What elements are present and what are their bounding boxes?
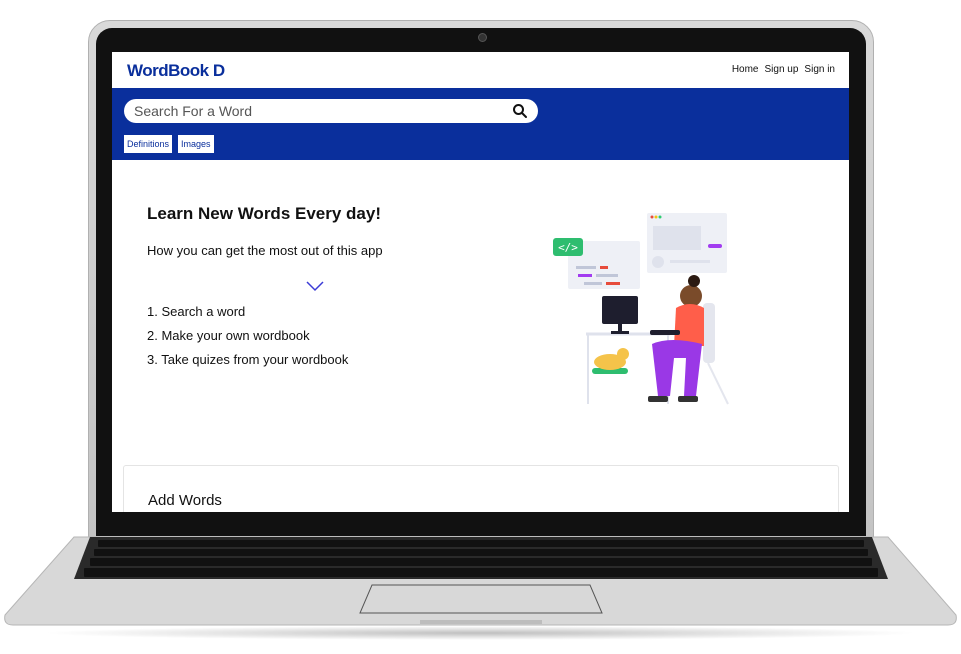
chevron-down-icon[interactable] — [305, 280, 325, 292]
section-title: Add Words — [148, 492, 222, 509]
keyboard — [84, 540, 878, 577]
webcam — [478, 33, 487, 42]
hero-title: Learn New Words Every day! — [147, 204, 381, 223]
nav-home-link[interactable]: Home — [732, 64, 759, 75]
hero-subtitle: How you can get the most out of this app — [147, 243, 383, 258]
search-band: Search For a Word Definitions Images — [112, 88, 849, 160]
tab-definitions[interactable]: Definitions — [123, 134, 174, 154]
search-mode-tabs: Definitions Images — [123, 134, 215, 154]
top-bar: WordBook D Home Sign up Sign in — [112, 52, 849, 88]
svg-text:</>: </> — [558, 241, 578, 254]
search-input[interactable]: Search For a Word — [134, 103, 252, 119]
nav-signup-link[interactable]: Sign up — [765, 64, 799, 75]
search-box[interactable]: Search For a Word — [124, 99, 538, 123]
steps-list: 1. Search a word 2. Make your own wordbo… — [147, 303, 348, 375]
laptop-shadow — [40, 626, 920, 640]
top-nav: Home Sign up Sign in — [732, 64, 835, 75]
list-item: 2. Make your own wordbook — [147, 328, 310, 343]
list-item: 1. Search a word — [147, 304, 246, 319]
tab-images[interactable]: Images — [177, 134, 215, 154]
add-words-card: Add Words — [123, 465, 839, 512]
search-icon[interactable] — [512, 103, 528, 119]
laptop-base — [4, 536, 957, 626]
nav-signin-link[interactable]: Sign in — [804, 64, 835, 75]
developer-illustration: </> — [553, 213, 729, 405]
laptop-screen: WordBook D Home Sign up Sign in Search F… — [112, 52, 849, 512]
app-logo[interactable]: WordBook D — [127, 61, 225, 81]
list-item: 3. Take quizes from your wordbook — [147, 352, 349, 367]
